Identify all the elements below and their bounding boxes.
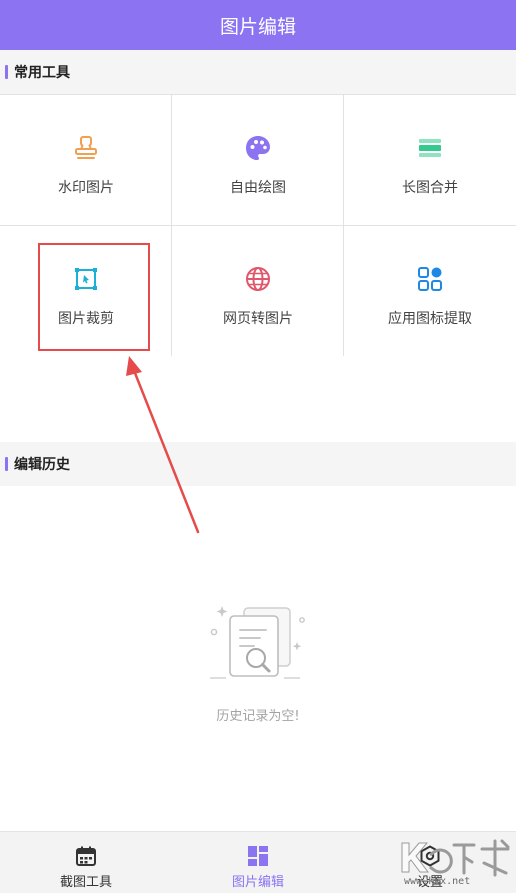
tab-image-edit[interactable]: 图片编辑	[172, 832, 344, 893]
watermark-domain: www.kkx.net	[404, 876, 471, 887]
dashboard-icon	[246, 844, 270, 868]
calendar-icon	[74, 844, 98, 868]
annotation-arrow	[126, 356, 200, 534]
tab-label: 图片编辑	[231, 875, 284, 890]
tab-label: 截图工具	[59, 875, 112, 890]
tab-screenshot-tools[interactable]: 截图工具	[0, 832, 172, 893]
